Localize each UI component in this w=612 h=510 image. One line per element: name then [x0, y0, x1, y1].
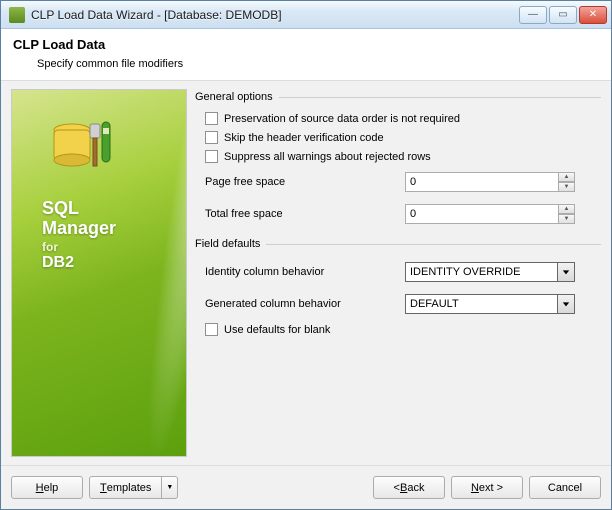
checkbox-icon: [205, 150, 218, 163]
app-icon: [9, 7, 25, 23]
window-title: CLP Load Data Wizard - [Database: DEMODB…: [31, 8, 519, 22]
skip-header-checkbox[interactable]: Skip the header verification code: [205, 131, 601, 144]
help-button[interactable]: Help: [11, 476, 83, 499]
wizard-header: CLP Load Data Specify common file modifi…: [1, 29, 611, 81]
dropdown-icon[interactable]: [558, 262, 575, 282]
spinner-down-icon[interactable]: ▼: [559, 214, 575, 224]
generated-behavior-label: Generated column behavior: [205, 298, 405, 310]
checkbox-icon: [205, 112, 218, 125]
generated-behavior-value[interactable]: [405, 294, 558, 314]
close-button[interactable]: ✕: [579, 6, 607, 24]
spinner-up-icon[interactable]: ▲: [559, 204, 575, 214]
page-subtitle: Specify common file modifiers: [37, 58, 599, 70]
brand-line2: Manager: [42, 218, 116, 238]
cancel-button[interactable]: Cancel: [529, 476, 601, 499]
wizard-footer: Help Templates ▼ < Back Next > Cancel: [1, 465, 611, 509]
total-free-space-input[interactable]: [405, 204, 559, 224]
spinner-down-icon[interactable]: ▼: [559, 182, 575, 192]
suppress-warnings-label: Suppress all warnings about rejected row…: [224, 151, 431, 163]
brand-line3: for: [42, 240, 116, 254]
checkbox-icon: [205, 131, 218, 144]
page-title: CLP Load Data: [13, 37, 599, 52]
dropdown-icon[interactable]: [558, 294, 575, 314]
page-free-space-label: Page free space: [205, 176, 405, 188]
spinner-up-icon[interactable]: ▲: [559, 172, 575, 182]
field-defaults-label: Field defaults: [195, 238, 260, 250]
page-free-space-input[interactable]: [405, 172, 559, 192]
use-defaults-checkbox[interactable]: Use defaults for blank: [205, 323, 601, 336]
page-free-space-spinner[interactable]: ▲ ▼: [405, 172, 575, 192]
checkbox-icon: [205, 323, 218, 336]
templates-button[interactable]: Templates: [89, 476, 162, 499]
skip-header-label: Skip the header verification code: [224, 132, 384, 144]
identity-behavior-select[interactable]: [405, 262, 575, 282]
minimize-button[interactable]: —: [519, 6, 547, 24]
total-free-space-label: Total free space: [205, 208, 405, 220]
use-defaults-label: Use defaults for blank: [224, 324, 330, 336]
templates-split-button[interactable]: Templates ▼: [89, 476, 178, 499]
form-panel: General options Preservation of source d…: [195, 89, 601, 457]
sidebar-brand: SQL Manager for DB2: [11, 89, 187, 457]
preserve-order-checkbox[interactable]: Preservation of source data order is not…: [205, 112, 601, 125]
maximize-button[interactable]: ▭: [549, 6, 577, 24]
templates-dropdown-icon[interactable]: ▼: [162, 476, 178, 499]
general-options-label: General options: [195, 91, 273, 103]
titlebar[interactable]: CLP Load Data Wizard - [Database: DEMODB…: [1, 1, 611, 29]
field-defaults-group: Field defaults: [195, 238, 601, 250]
total-free-space-spinner[interactable]: ▲ ▼: [405, 204, 575, 224]
brand-line4: DB2: [42, 254, 116, 272]
brand-line1: SQL: [42, 198, 116, 218]
preserve-order-label: Preservation of source data order is not…: [224, 113, 460, 125]
back-button[interactable]: < Back: [373, 476, 445, 499]
suppress-warnings-checkbox[interactable]: Suppress all warnings about rejected row…: [205, 150, 601, 163]
next-button[interactable]: Next >: [451, 476, 523, 499]
wizard-window: CLP Load Data Wizard - [Database: DEMODB…: [0, 0, 612, 510]
identity-behavior-label: Identity column behavior: [205, 266, 405, 278]
general-options-group: General options: [195, 91, 601, 103]
identity-behavior-value[interactable]: [405, 262, 558, 282]
sql-tools-icon: [50, 116, 120, 186]
generated-behavior-select[interactable]: [405, 294, 575, 314]
